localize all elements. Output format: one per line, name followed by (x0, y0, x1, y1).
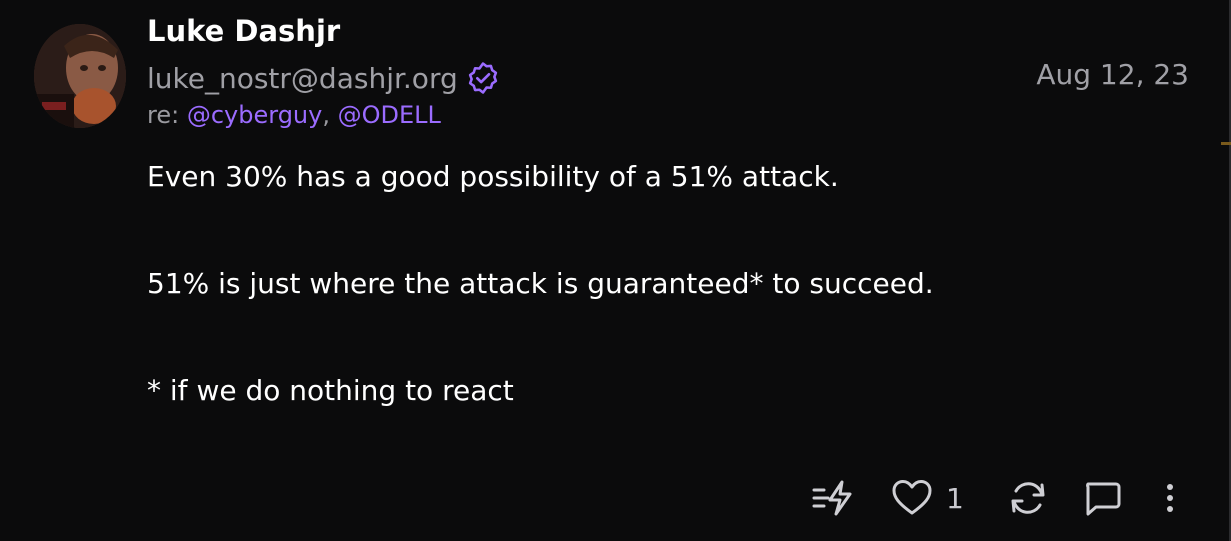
mention-odell[interactable]: @ODELL (338, 101, 441, 129)
zap-button[interactable] (810, 474, 858, 522)
more-button[interactable] (1158, 474, 1182, 522)
more-icon (1167, 484, 1173, 512)
verified-badge-icon (466, 61, 500, 95)
post-text-line: * if we do nothing to react (147, 374, 514, 407)
post-date[interactable]: Aug 12, 23 (1036, 58, 1189, 91)
post-text-line: 51% is just where the attack is guarante… (147, 267, 934, 300)
reply-button[interactable] (1080, 474, 1124, 522)
like-count: 1 (946, 481, 964, 515)
repost-button[interactable] (1006, 474, 1050, 522)
reply-prefix: re: (147, 101, 180, 129)
author-handle[interactable]: luke_nostr@dashjr.org (147, 62, 458, 95)
post-actions: 1 (0, 474, 1231, 522)
avatar-image (34, 24, 126, 128)
mention-cyberguy[interactable]: @cyberguy (187, 101, 323, 129)
zap-icon (812, 480, 852, 516)
reply-context: re: @cyberguy, @ODELL (147, 101, 441, 129)
like-button[interactable]: 1 (890, 474, 964, 522)
handle-row: luke_nostr@dashjr.org (147, 58, 500, 98)
post-text-line: Even 30% has a good possibility of a 51%… (147, 160, 839, 193)
reply-icon (1086, 482, 1121, 516)
scroll-indicator (1221, 142, 1231, 145)
avatar[interactable] (34, 24, 126, 128)
mention-separator: , (322, 101, 330, 129)
repost-icon (1011, 482, 1045, 514)
author-name[interactable]: Luke Dashjr (147, 14, 340, 48)
heart-icon (892, 480, 932, 515)
